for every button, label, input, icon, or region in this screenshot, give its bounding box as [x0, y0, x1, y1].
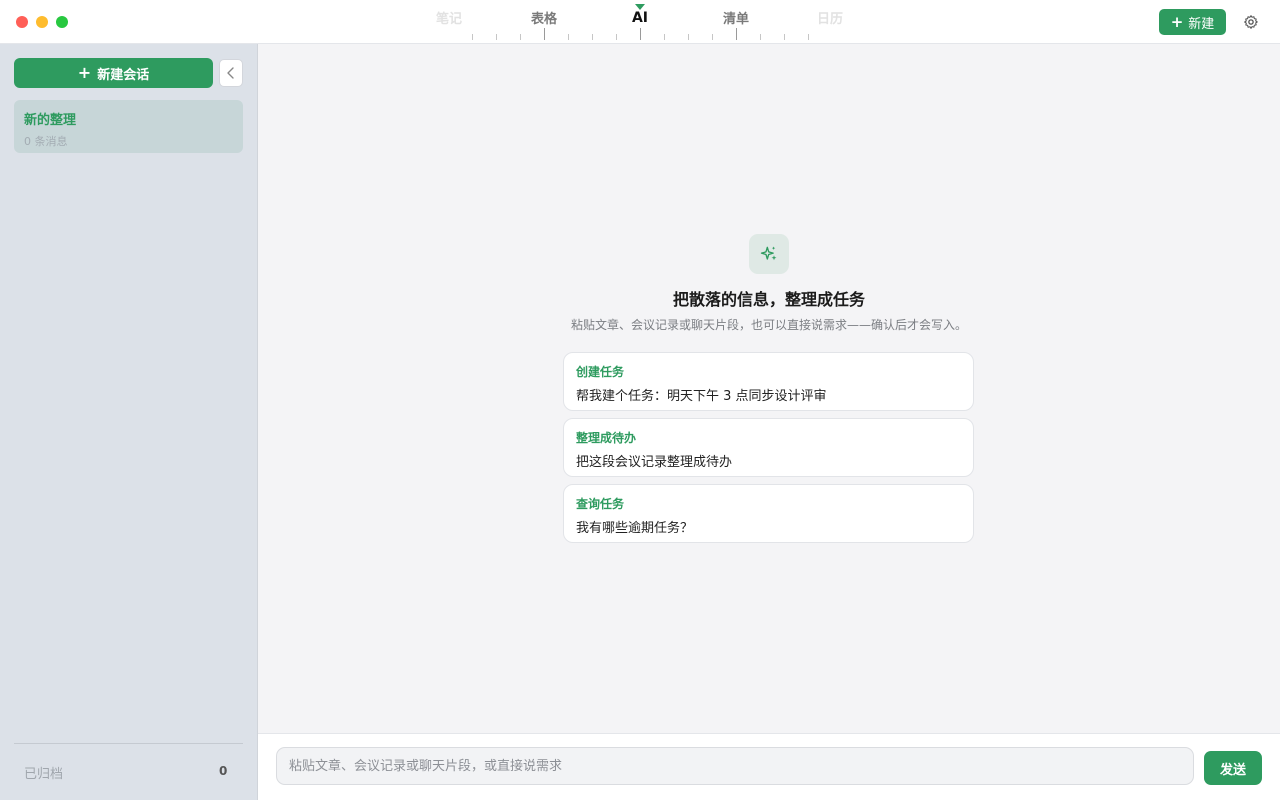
tab-notes[interactable]: 笔记 — [436, 8, 462, 27]
suggestion-title: 查询任务 — [576, 497, 625, 511]
suggestion-text: 把这段会议记录整理成待办 — [576, 455, 733, 470]
suggestion-card-query-tasks[interactable]: 查询任务 我有哪些逾期任务？ — [563, 484, 974, 543]
window-minimize-button[interactable] — [36, 16, 48, 28]
tab-table[interactable]: 表格 — [531, 8, 557, 27]
archived-count: 0 — [219, 764, 228, 778]
message-input[interactable] — [276, 747, 1194, 785]
suggestion-card-create-task[interactable]: 创建任务 帮我建个任务：明天下午 3 点同步设计评审 — [563, 352, 974, 411]
sidebar: + 新建会话 新的整理 0 条消息 已归档 0 — [0, 44, 258, 800]
composer: 发送 — [258, 733, 1280, 800]
tab-ai[interactable]: AI — [632, 10, 648, 26]
tab-list[interactable]: 清单 — [723, 8, 749, 27]
gear-icon[interactable] — [1243, 14, 1259, 30]
window-close-button[interactable] — [16, 16, 28, 28]
suggestion-card-organize-todos[interactable]: 整理成待办 把这段会议记录整理成待办 — [563, 418, 974, 477]
tab-calendar[interactable]: 日历 — [817, 8, 843, 27]
archived-link[interactable]: 已归档 — [24, 763, 63, 782]
new-button-label: 新建 — [1188, 16, 1215, 32]
new-button[interactable]: + 新建 — [1159, 9, 1226, 35]
session-item[interactable]: 新的整理 0 条消息 — [14, 100, 243, 153]
new-chat-label: 新建会话 — [97, 67, 150, 83]
sparkles-icon — [749, 234, 789, 274]
send-button[interactable]: 发送 — [1204, 751, 1262, 785]
suggestion-title: 创建任务 — [576, 365, 625, 379]
new-chat-button[interactable]: + 新建会话 — [14, 58, 213, 88]
session-message-count: 0 条消息 — [24, 135, 68, 148]
tab-ruler[interactable] — [470, 28, 810, 42]
plus-icon: + — [1170, 12, 1184, 31]
empty-state-subtitle: 粘贴文章、会议记录或聊天片段，也可以直接说需求——确认后才会写入。 — [570, 318, 967, 332]
session-title: 新的整理 — [24, 113, 77, 128]
suggestion-text: 帮我建个任务：明天下午 3 点同步设计评审 — [576, 389, 827, 404]
chevron-left-icon — [227, 67, 234, 79]
plus-icon: + — [77, 63, 92, 82]
suggestion-text: 我有哪些逾期任务？ — [576, 521, 694, 536]
sidebar-divider — [14, 743, 243, 744]
window-maximize-button[interactable] — [56, 16, 68, 28]
title-bar: 笔记 表格 AI 清单 日历 + 新建 — [0, 0, 1280, 44]
empty-state-title: 把散落的信息，整理成任务 — [672, 290, 865, 309]
collapse-sidebar-button[interactable] — [219, 59, 243, 87]
suggestion-title: 整理成待办 — [576, 431, 637, 445]
